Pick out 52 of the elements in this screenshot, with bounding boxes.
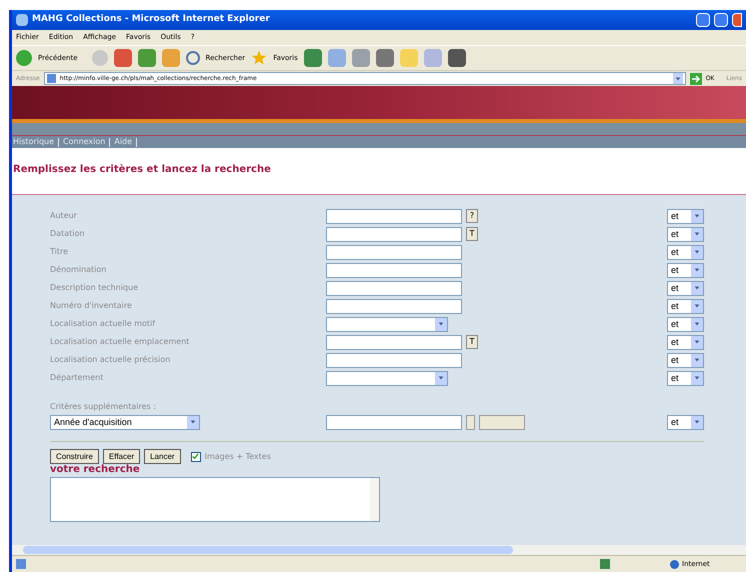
operator-dropdown[interactable]: et <box>667 262 704 278</box>
search-icon[interactable] <box>186 51 200 65</box>
value-field[interactable] <box>479 414 525 430</box>
field-label: Localisation actuelle précision <box>50 354 172 366</box>
query-textarea[interactable] <box>50 476 380 522</box>
operator-dropdown[interactable]: et <box>667 298 704 314</box>
checkbox-label: Images + Textes <box>204 450 271 462</box>
field-label: Localisation actuelle emplacement <box>50 336 190 348</box>
field-label: Département <box>50 372 104 384</box>
field-label: Dénomination <box>50 264 108 276</box>
lookup-button[interactable]: T <box>466 227 478 241</box>
text-input[interactable] <box>326 280 462 296</box>
operator-dropdown[interactable]: et <box>667 414 704 430</box>
operator-dropdown[interactable]: et <box>667 370 704 386</box>
operator-dropdown[interactable]: et <box>667 316 704 332</box>
text-input[interactable] <box>326 352 462 368</box>
text-input[interactable] <box>326 226 462 242</box>
operator-dropdown[interactable]: et <box>667 352 704 368</box>
operator-dropdown[interactable]: et <box>667 334 704 350</box>
lookup-button[interactable]: T <box>466 335 478 349</box>
text-input[interactable] <box>326 208 462 224</box>
checkbox[interactable] <box>190 452 201 462</box>
operator-dropdown[interactable]: et <box>667 244 704 260</box>
small-button[interactable] <box>466 414 475 430</box>
field-label: Numéro d'inventaire <box>50 300 133 312</box>
page-heading: Remplissez les critères et lancez la recherche <box>13 163 272 177</box>
close-button[interactable] <box>732 13 742 27</box>
action-button[interactable]: Effacer <box>102 449 140 464</box>
query-label: votre recherche <box>50 464 141 476</box>
field-label: Titre <box>50 246 70 258</box>
dropdown[interactable] <box>326 370 448 386</box>
section-label: Critères supplémentaires : <box>50 401 157 413</box>
operator-dropdown[interactable]: et <box>667 208 704 224</box>
text-input[interactable] <box>326 262 462 278</box>
text-input[interactable] <box>326 334 462 350</box>
dropdown[interactable] <box>326 316 448 332</box>
action-button[interactable]: Lancer <box>144 449 181 464</box>
text-input[interactable] <box>326 414 462 430</box>
action-button[interactable]: Construire <box>50 449 99 464</box>
lookup-button[interactable]: ? <box>466 209 478 223</box>
field-label: Datation <box>50 228 86 240</box>
text-input[interactable] <box>326 244 462 260</box>
text-input[interactable] <box>326 298 462 314</box>
criterion-dropdown[interactable]: Année d'acquisition <box>50 414 200 430</box>
field-label: Description technique <box>50 282 139 294</box>
operator-dropdown[interactable]: et <box>667 280 704 296</box>
go-arrow-icon[interactable] <box>690 72 702 84</box>
operator-dropdown[interactable]: et <box>667 226 704 242</box>
star-icon[interactable] <box>251 50 268 66</box>
window-title: MAHG Collections - Microsoft Internet Explorer <box>32 13 271 26</box>
field-label: Localisation actuelle motif <box>50 318 156 330</box>
field-label: Auteur <box>50 210 78 222</box>
